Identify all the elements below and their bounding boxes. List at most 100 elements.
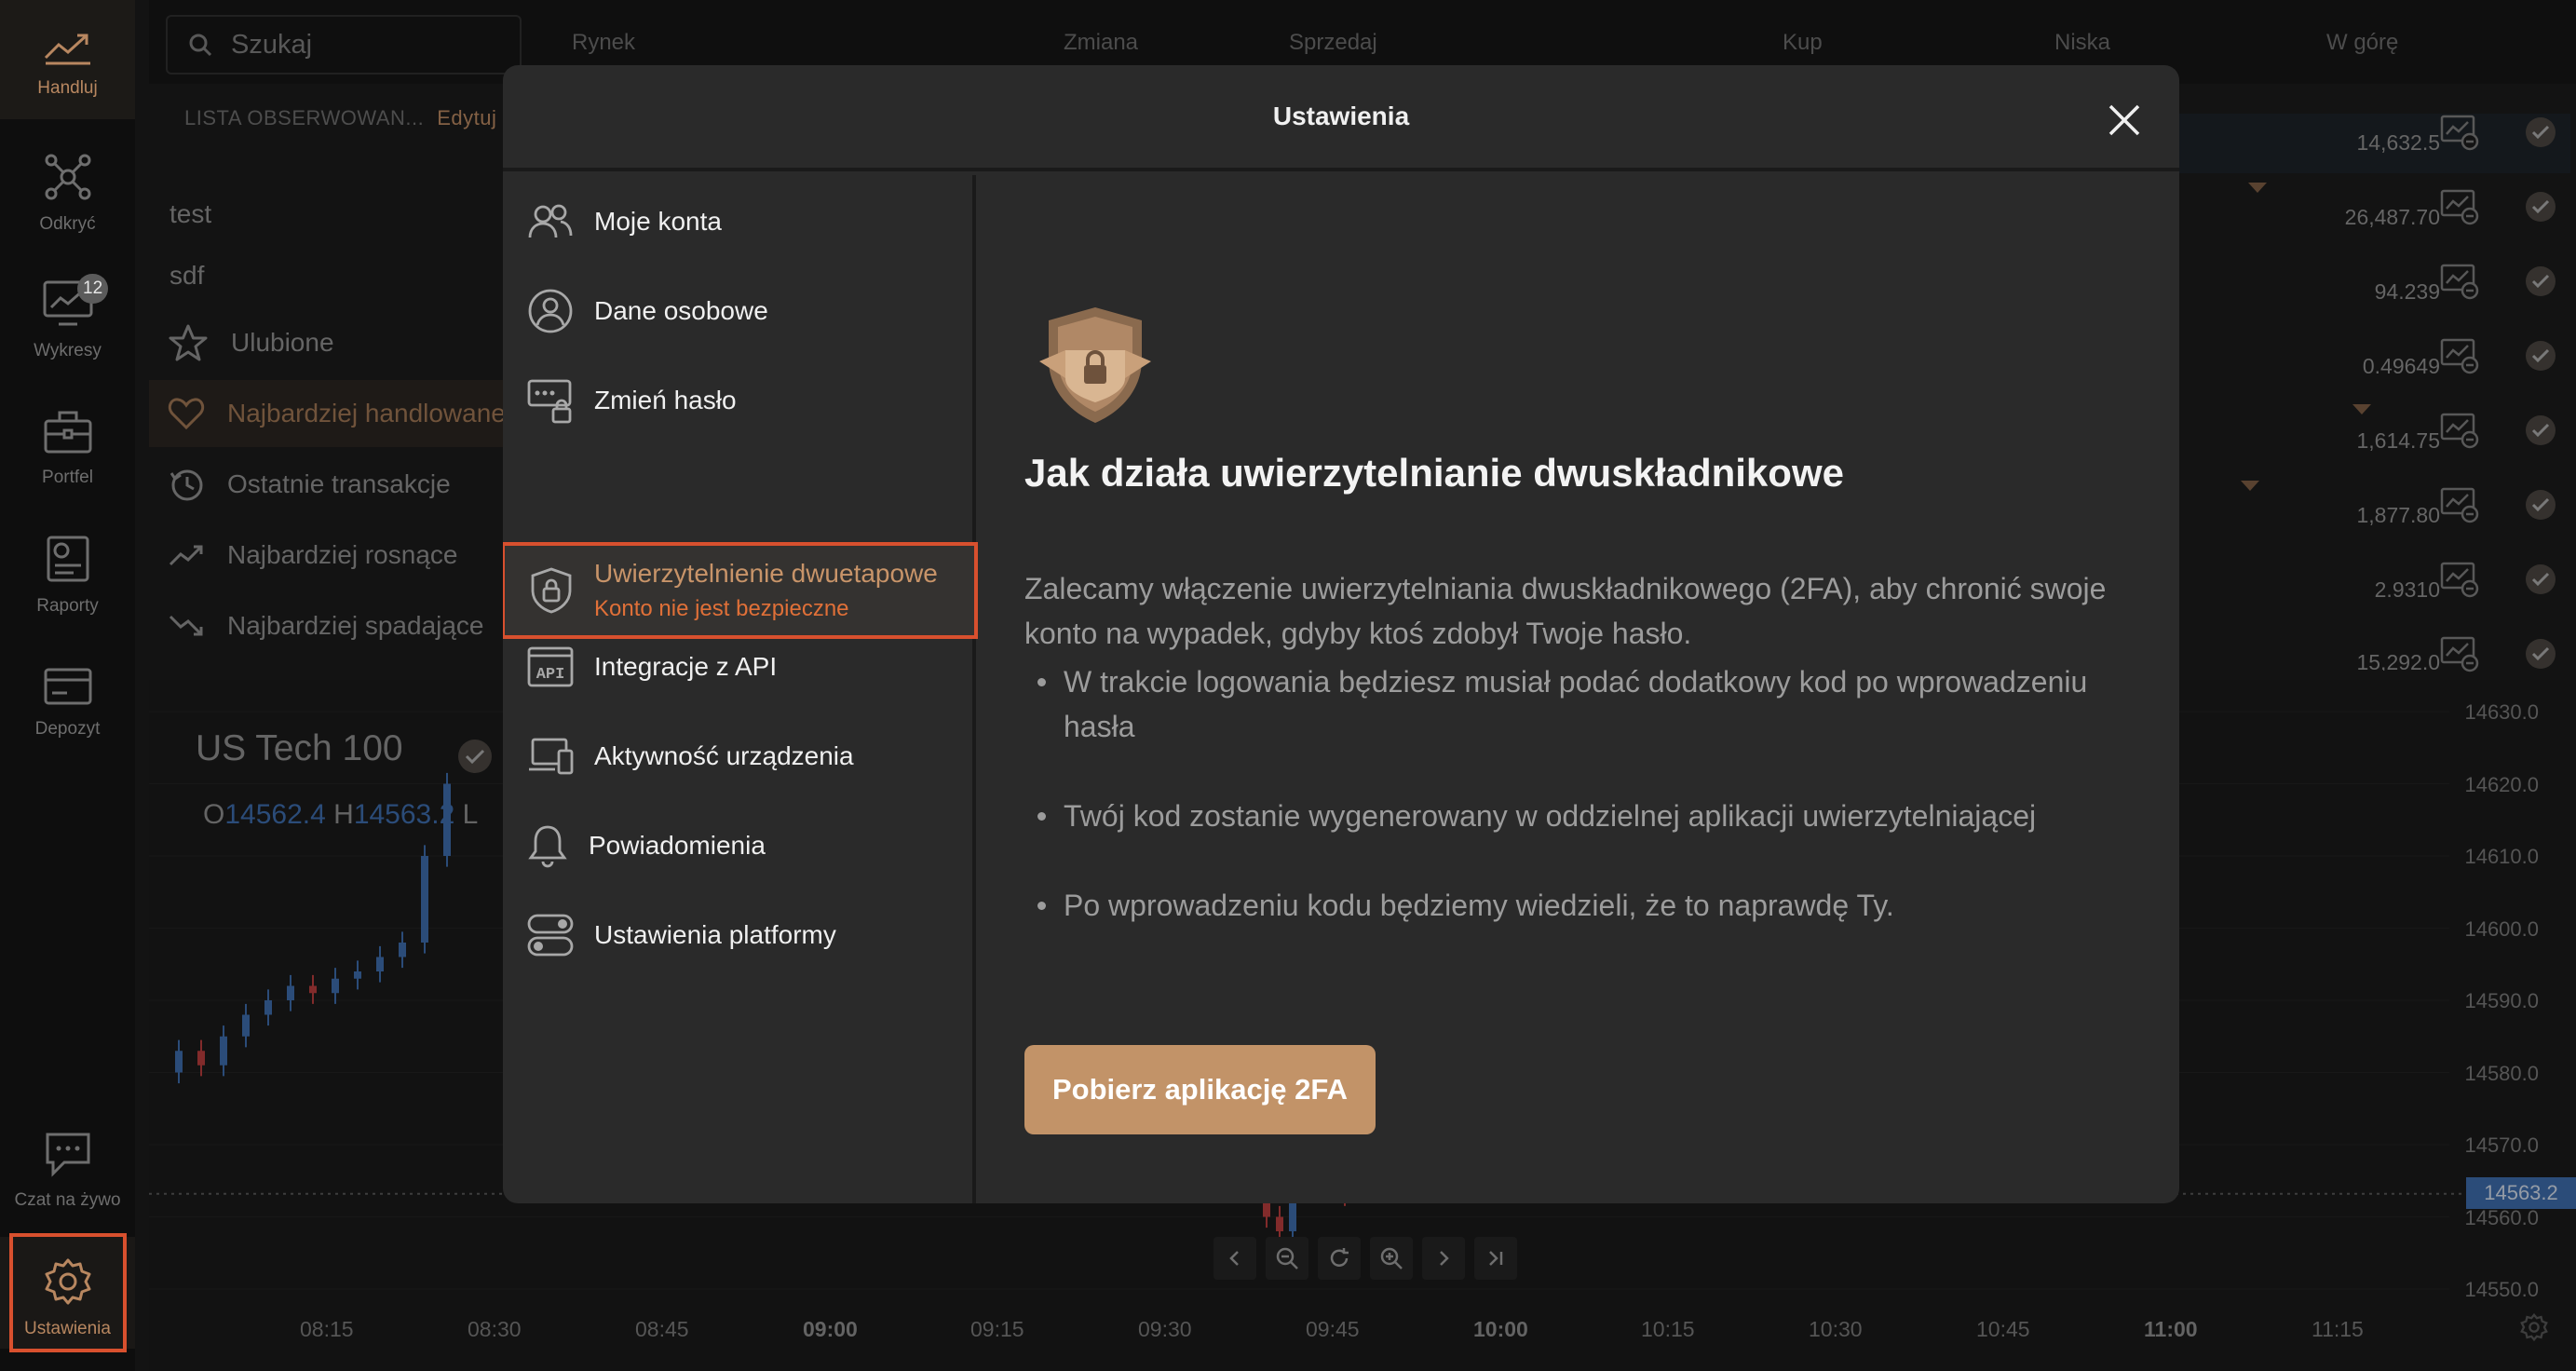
chart-go-latest-button[interactable] — [1474, 1237, 1517, 1280]
menu-item-notifications[interactable]: Powiadomienia — [503, 799, 976, 892]
chart-remove-icon[interactable] — [2440, 561, 2479, 598]
column-header-sell[interactable]: Sprzedaj — [1289, 30, 1377, 56]
check-badge-icon[interactable] — [2524, 414, 2557, 447]
watchlist-item-top-gainers[interactable]: Najbardziej rosnące — [149, 522, 522, 589]
change-down-indicator — [2241, 481, 2259, 491]
check-badge-icon[interactable] — [2524, 488, 2557, 522]
history-icon — [169, 469, 203, 501]
check-badge-icon[interactable] — [2524, 563, 2557, 596]
check-badge-icon[interactable] — [2524, 190, 2557, 224]
column-header-change[interactable]: Zmiana — [1064, 30, 1138, 56]
quote-row-actions — [2440, 486, 2576, 523]
watchlist-item-label: Ostatnie transakcje — [227, 469, 451, 498]
column-header-buy[interactable]: Kup — [1783, 30, 1823, 56]
series-0-candle — [220, 1036, 227, 1066]
menu-item-label: Dane osobowe — [594, 296, 768, 325]
x-tick-label: 09:45 — [1306, 1317, 1360, 1341]
watchlist-item-top-losers[interactable]: Najbardziej spadające — [149, 592, 522, 659]
left-rail: Handluj Odkryć 12 Wykresy Portfel Raport… — [0, 0, 135, 1371]
panel-heading: Jak działa uwierzytelnianie dwuskładniko… — [1024, 451, 1844, 495]
password-lock-icon — [527, 379, 572, 424]
check-badge-icon[interactable] — [2524, 115, 2557, 149]
chart-remove-icon[interactable] — [2440, 188, 2479, 225]
report-icon — [47, 536, 88, 582]
column-header-market[interactable]: Rynek — [572, 30, 635, 56]
chart-zoom-out-button[interactable] — [1266, 1237, 1308, 1280]
chart-reset-button[interactable] — [1318, 1237, 1361, 1280]
watchlist-item-favorites[interactable]: Ulubione — [149, 309, 522, 376]
menu-item-personal-data[interactable]: Dane osobowe — [503, 265, 976, 358]
rail-item-portfolio[interactable]: Portfel — [0, 410, 135, 488]
chart-zoom-in-button[interactable] — [1370, 1237, 1413, 1280]
menu-item-api-integrations[interactable]: API Integracje z API — [503, 620, 976, 713]
modal-header: Ustawienia — [503, 65, 2179, 171]
trending-up-icon — [169, 545, 203, 566]
app-window: Handluj Odkryć 12 Wykresy Portfel Raport… — [0, 0, 2576, 1371]
security-warning-text: Konto nie jest bezpieczne — [594, 596, 849, 621]
download-2fa-app-button[interactable]: Pobierz aplikację 2FA — [1024, 1045, 1376, 1134]
rail-item-charts[interactable]: 12 Wykresy — [0, 274, 135, 361]
quote-value: 2.9310 — [2374, 577, 2440, 602]
menu-item-my-accounts[interactable]: Moje konta — [503, 175, 976, 268]
skip-end-icon — [1489, 1251, 1503, 1266]
chart-remove-icon[interactable] — [2440, 412, 2479, 449]
charts-count-badge: 12 — [77, 274, 109, 304]
watchlist-edit-link[interactable]: Edytuj — [437, 106, 496, 130]
series-0-candle — [197, 1051, 205, 1066]
x-tick-label: 10:00 — [1473, 1317, 1528, 1341]
close-button[interactable] — [2105, 101, 2144, 140]
x-tick-label: 10:45 — [1976, 1317, 2030, 1341]
check-badge-icon[interactable] — [2524, 637, 2557, 671]
quote-value: 14,632.5 — [2356, 130, 2440, 155]
chart-remove-icon[interactable] — [2440, 263, 2479, 300]
search-input[interactable]: Szukaj — [166, 15, 522, 75]
chart-remove-icon[interactable] — [2440, 114, 2479, 151]
y-tick-label: 14630.0 — [2464, 700, 2539, 724]
chart-remove-icon[interactable] — [2440, 486, 2479, 523]
settings-modal: Ustawienia Moje konta Dane osobowe Zmień… — [503, 65, 2179, 1203]
menu-item-platform-settings[interactable]: Ustawienia platformy — [503, 889, 976, 982]
settings-highlight-box — [9, 1233, 127, 1352]
chart-scroll-right-button[interactable] — [1422, 1237, 1465, 1280]
watchlist-item-test[interactable]: test — [149, 181, 522, 248]
chart-remove-icon[interactable] — [2440, 635, 2479, 672]
rail-label-charts: Wykresy — [34, 341, 102, 360]
card-icon — [44, 668, 91, 705]
svg-text:API: API — [536, 666, 565, 684]
info-bullet: W trakcie logowania będziesz musiał poda… — [1037, 659, 2118, 749]
menu-item-label: Uwierzytelnienie dwuetapowe — [594, 559, 938, 588]
menu-item-change-password[interactable]: Zmień hasło — [503, 354, 976, 447]
watchlist-item-sdf[interactable]: sdf — [149, 242, 522, 309]
chart-remove-icon[interactable] — [2440, 337, 2479, 374]
change-down-indicator — [2352, 404, 2371, 414]
rail-item-trade[interactable]: Handluj — [0, 0, 135, 119]
series-0-candle — [399, 943, 406, 957]
rail-item-live-chat[interactable]: Czat na żywo — [0, 1131, 135, 1211]
rail-label-trade: Handluj — [37, 78, 98, 98]
chart-scroll-left-button[interactable] — [1213, 1237, 1256, 1280]
chevron-right-icon — [1440, 1251, 1449, 1266]
watchlist-item-recent-trades[interactable]: Ostatnie transakcje — [149, 451, 522, 518]
chart-settings-icon[interactable] — [2520, 1313, 2548, 1341]
info-bullet: Po wprowadzeniu kodu będziemy wiedzieli,… — [1037, 883, 2118, 928]
series-0-candle — [421, 856, 428, 943]
x-tick-label: 09:30 — [1138, 1317, 1192, 1341]
column-header-high[interactable]: W górę — [2326, 30, 2398, 56]
star-icon — [169, 324, 208, 361]
chat-icon — [46, 1133, 89, 1177]
watchlist-title[interactable]: LISTA OBSERWOWAN... — [184, 106, 424, 130]
quote-row-actions — [2440, 114, 2576, 151]
x-tick-label: 10:15 — [1641, 1317, 1695, 1341]
check-badge-icon[interactable] — [2524, 265, 2557, 298]
watchlist-item-most-traded[interactable]: Najbardziej handlowane — [149, 380, 522, 447]
rail-item-discover[interactable]: Odkryć — [0, 153, 135, 235]
menu-item-device-activity[interactable]: Aktywność urządzenia — [503, 710, 976, 803]
refresh-icon — [1330, 1248, 1349, 1267]
quote-row-actions — [2440, 188, 2576, 225]
check-badge-icon[interactable] — [2524, 339, 2557, 373]
rail-item-deposit[interactable]: Depozyt — [0, 667, 135, 740]
column-header-low[interactable]: Niska — [2054, 30, 2110, 56]
series-0-candle — [175, 1051, 183, 1073]
close-icon — [2108, 104, 2140, 136]
rail-item-reports[interactable]: Raporty — [0, 535, 135, 617]
